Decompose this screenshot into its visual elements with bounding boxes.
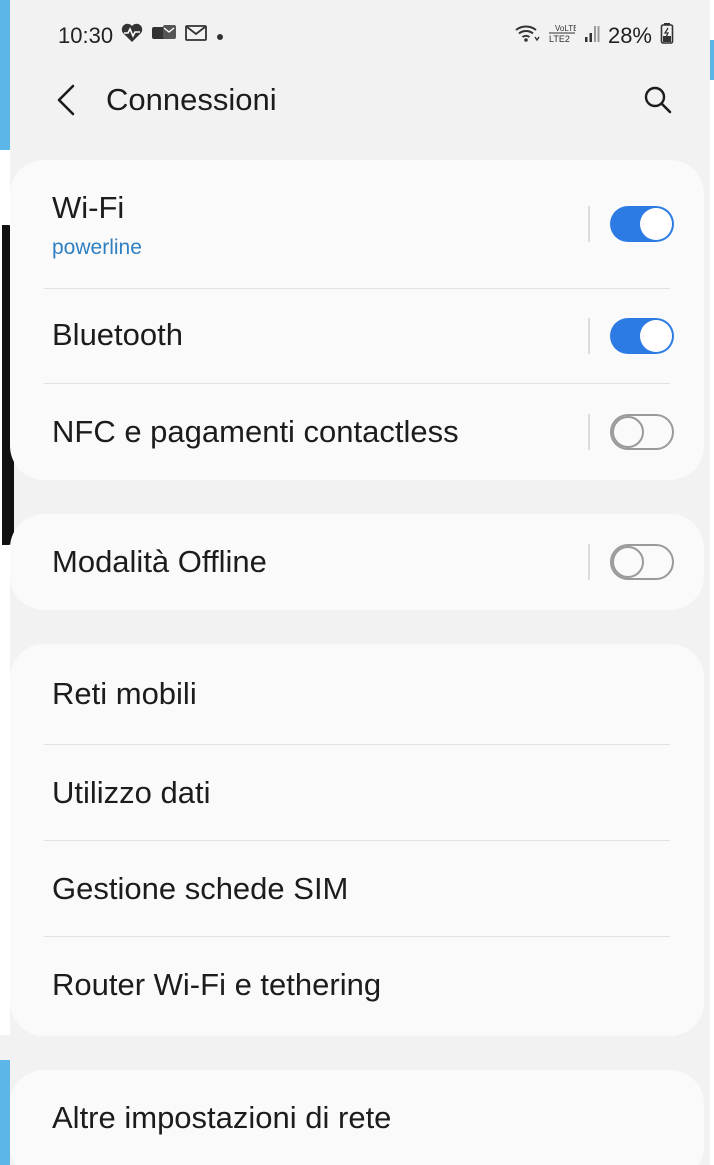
app-bar: Connessioni [0,72,714,132]
nfc-label: NFC e pagamenti contactless [52,414,459,449]
settings-card-more: Altre impostazioni di rete [10,1070,704,1165]
battery-percent: 28% [607,23,652,48]
gmail-icon [185,24,207,48]
back-button[interactable] [46,80,86,124]
message-icon [151,23,177,49]
wifi-icon [514,23,540,49]
edge-artifact [0,1060,10,1165]
settings-card-network: Reti mobili Utilizzo dati Gestione sched… [10,644,704,1036]
bluetooth-toggle[interactable] [610,318,674,354]
signal-icon [584,23,600,49]
row-separator [588,318,590,354]
toggle-knob [612,416,644,448]
airplane-mode-label: Modalità Offline [52,544,267,579]
edge-artifact [710,0,714,1165]
row-separator [588,206,590,242]
settings-card-offline: Modalità Offline [10,514,704,610]
more-network-settings-row[interactable]: Altre impostazioni di rete [10,1070,704,1165]
nfc-toggle[interactable] [610,414,674,450]
svg-text:LTE2: LTE2 [549,34,570,44]
sim-manager-label: Gestione schede SIM [52,871,349,906]
chevron-left-icon [55,83,77,122]
row-separator [588,414,590,450]
search-icon [643,85,673,120]
volte-lte2-icon: VoLTE2LTE2 [548,22,583,50]
airplane-mode-toggle[interactable] [610,544,674,580]
page-title: Connessioni [106,82,277,117]
wifi-row[interactable]: Wi-Fi powerline [10,160,704,288]
bluetooth-row[interactable]: Bluetooth [10,289,704,383]
bluetooth-label: Bluetooth [52,317,183,352]
airplane-mode-row[interactable]: Modalità Offline [10,514,704,610]
status-left: 10:30 [58,23,225,49]
toggle-knob [640,320,672,352]
data-usage-row[interactable]: Utilizzo dati [10,745,704,840]
more-network-settings-label: Altre impostazioni di rete [52,1100,392,1135]
mobile-networks-row[interactable]: Reti mobili [10,644,704,744]
wifi-network-name: powerline [52,236,142,259]
battery-charging-icon [660,22,674,50]
data-usage-label: Utilizzo dati [52,775,211,810]
status-bar: 10:30 VoLTE2LTE2 28% [58,18,674,54]
wifi-toggle[interactable] [610,206,674,242]
wifi-label: Wi-Fi [52,190,125,225]
dot-icon [215,25,225,48]
svg-text:VoLTE2: VoLTE2 [555,24,576,33]
heart-rate-icon [121,23,143,49]
settings-card-radios: Wi-Fi powerline Bluetooth NFC e pagament… [10,160,704,480]
status-time: 10:30 [58,23,114,48]
row-separator [588,544,590,580]
toggle-knob [640,208,672,240]
hotspot-tethering-row[interactable]: Router Wi-Fi e tethering [10,937,704,1036]
search-button[interactable] [636,80,680,124]
nfc-row[interactable]: NFC e pagamenti contactless [10,384,704,480]
hotspot-tethering-label: Router Wi-Fi e tethering [52,967,382,1002]
toggle-knob [612,546,644,578]
mobile-networks-label: Reti mobili [52,676,197,711]
sim-manager-row[interactable]: Gestione schede SIM [10,841,704,936]
status-right: VoLTE2LTE2 28% [514,22,674,50]
